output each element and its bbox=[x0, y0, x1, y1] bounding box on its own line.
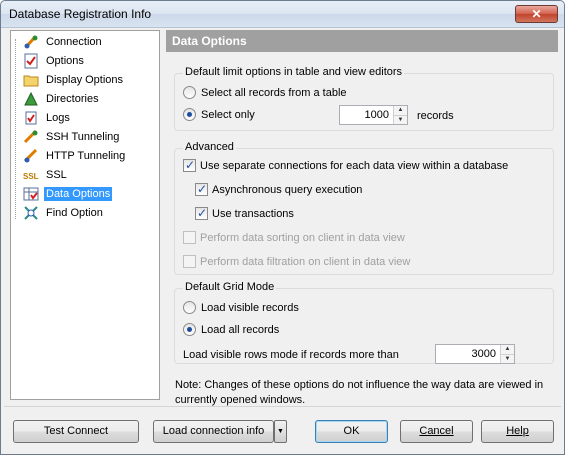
spinner-value[interactable]: 3000 bbox=[436, 345, 500, 363]
select-all-radio[interactable]: Select all records from a table bbox=[183, 86, 347, 99]
spin-up-icon[interactable]: ▲ bbox=[394, 106, 407, 116]
radio-indicator[interactable] bbox=[183, 86, 196, 99]
radio-label: Load visible records bbox=[201, 301, 299, 314]
checkbox-label: Use separate connections for each data v… bbox=[200, 159, 509, 172]
nav-label: Directories bbox=[46, 93, 99, 105]
logs-icon bbox=[23, 110, 39, 126]
radio-label: Select only bbox=[201, 108, 255, 121]
footer-divider bbox=[4, 406, 561, 407]
nav-item-data-options[interactable]: Data Options bbox=[23, 185, 159, 203]
nav-label: Options bbox=[46, 55, 84, 67]
title-bar: Database Registration Info ✕ bbox=[1, 1, 564, 28]
folder-icon bbox=[23, 72, 39, 88]
help-button[interactable]: Help bbox=[481, 420, 554, 443]
test-connect-button[interactable]: Test Connect bbox=[13, 420, 139, 443]
select-only-radio[interactable]: Select only bbox=[183, 108, 255, 121]
threshold-spinner[interactable]: 3000 ▲ ▼ bbox=[435, 344, 515, 364]
checkbox-label: Use transactions bbox=[212, 207, 294, 220]
section-title: Data Options bbox=[166, 30, 558, 52]
group-title: Default Grid Mode bbox=[183, 281, 277, 293]
checkbox-label: Perform data filtration on client in dat… bbox=[200, 255, 411, 268]
find-icon bbox=[23, 205, 39, 221]
tree-line bbox=[15, 39, 16, 219]
options-tree[interactable]: Connection Options Display Options Direc… bbox=[10, 30, 160, 400]
radio-label: Load all records bbox=[201, 323, 280, 336]
connection-icon bbox=[23, 34, 39, 50]
checkbox-label: Perform data sorting on client in data v… bbox=[200, 231, 405, 244]
radio-label: Select all records from a table bbox=[201, 86, 347, 99]
load-connection-info-button[interactable]: Load connection info bbox=[153, 420, 274, 443]
data-options-panel: Data Options Default limit options in ta… bbox=[166, 30, 558, 400]
nav-label: Find Option bbox=[46, 207, 103, 219]
window-title: Database Registration Info bbox=[9, 7, 152, 21]
dialog-body: Connection Options Display Options Direc… bbox=[4, 28, 561, 453]
nav-label: Display Options bbox=[46, 74, 124, 86]
nav-label: Logs bbox=[46, 112, 70, 124]
group-title: Default limit options in table and view … bbox=[183, 66, 405, 78]
radio-indicator[interactable] bbox=[183, 301, 196, 314]
nav-item-ssh-tunneling[interactable]: SSH Tunneling bbox=[23, 128, 159, 146]
threshold-label: Load visible rows mode if records more t… bbox=[183, 349, 399, 361]
svg-text:SSL: SSL bbox=[23, 172, 39, 181]
client-sorting-checkbox: Perform data sorting on client in data v… bbox=[183, 231, 405, 244]
cancel-button[interactable]: Cancel bbox=[400, 420, 473, 443]
close-button[interactable]: ✕ bbox=[515, 5, 558, 23]
spinner-value[interactable]: 1000 bbox=[340, 106, 393, 124]
client-filtration-checkbox: Perform data filtration on client in dat… bbox=[183, 255, 410, 268]
spin-down-icon[interactable]: ▼ bbox=[394, 115, 407, 124]
checkbox-indicator[interactable] bbox=[195, 182, 208, 196]
options-note: Note: Changes of these options do not in… bbox=[175, 379, 544, 406]
nav-label: HTTP Tunneling bbox=[46, 150, 126, 162]
radio-indicator[interactable] bbox=[183, 108, 196, 121]
load-all-radio[interactable]: Load all records bbox=[183, 323, 279, 336]
nav-item-ssl[interactable]: SSL SSL bbox=[23, 166, 159, 184]
checkbox-label: Asynchronous query execution bbox=[212, 183, 363, 196]
nav-item-options[interactable]: Options bbox=[23, 52, 159, 70]
records-label: records bbox=[417, 110, 454, 122]
options-icon bbox=[23, 53, 39, 69]
spin-down-icon[interactable]: ▼ bbox=[501, 354, 514, 363]
nav-label: SSL bbox=[46, 169, 67, 181]
checkbox-indicator bbox=[183, 255, 196, 268]
select-only-spinner[interactable]: 1000 ▲ ▼ bbox=[339, 105, 408, 125]
nav-label: SSH Tunneling bbox=[46, 131, 120, 143]
spinner-arrows[interactable]: ▲ ▼ bbox=[500, 345, 514, 363]
spin-up-icon[interactable]: ▲ bbox=[501, 345, 514, 355]
radio-indicator[interactable] bbox=[183, 323, 196, 336]
nav-label: Data Options bbox=[44, 187, 113, 201]
nav-item-http-tunneling[interactable]: HTTP Tunneling bbox=[23, 147, 159, 165]
separate-connections-checkbox[interactable]: Use separate connections for each data v… bbox=[183, 158, 509, 172]
load-connection-dropdown-icon[interactable]: ▼ bbox=[274, 420, 287, 443]
nav-item-display-options[interactable]: Display Options bbox=[23, 71, 159, 89]
ssl-icon: SSL bbox=[23, 167, 39, 183]
use-transactions-checkbox[interactable]: Use transactions bbox=[195, 206, 294, 220]
http-icon bbox=[23, 148, 39, 164]
nav-item-connection[interactable]: Connection bbox=[23, 33, 159, 51]
ok-button[interactable]: OK bbox=[315, 420, 388, 443]
limit-options-group: Default limit options in table and view … bbox=[174, 66, 554, 131]
checkbox-indicator[interactable] bbox=[195, 206, 208, 220]
data-options-icon bbox=[23, 186, 39, 202]
directories-icon bbox=[23, 91, 39, 107]
nav-item-directories[interactable]: Directories bbox=[23, 90, 159, 108]
nav-label: Connection bbox=[46, 36, 102, 48]
advanced-group: Advanced Use separate connections for ea… bbox=[174, 141, 554, 275]
load-visible-radio[interactable]: Load visible records bbox=[183, 301, 299, 314]
group-title: Advanced bbox=[183, 141, 236, 153]
nav-item-find-option[interactable]: Find Option bbox=[23, 204, 159, 222]
async-query-checkbox[interactable]: Asynchronous query execution bbox=[195, 182, 363, 196]
dialog-window: Database Registration Info ✕ Connection … bbox=[0, 0, 565, 455]
checkbox-indicator bbox=[183, 231, 196, 244]
spinner-arrows[interactable]: ▲ ▼ bbox=[393, 106, 407, 124]
nav-item-logs[interactable]: Logs bbox=[23, 109, 159, 127]
grid-mode-group: Default Grid Mode Load visible records L… bbox=[174, 281, 554, 364]
ssh-icon bbox=[23, 129, 39, 145]
checkbox-indicator[interactable] bbox=[183, 158, 196, 172]
